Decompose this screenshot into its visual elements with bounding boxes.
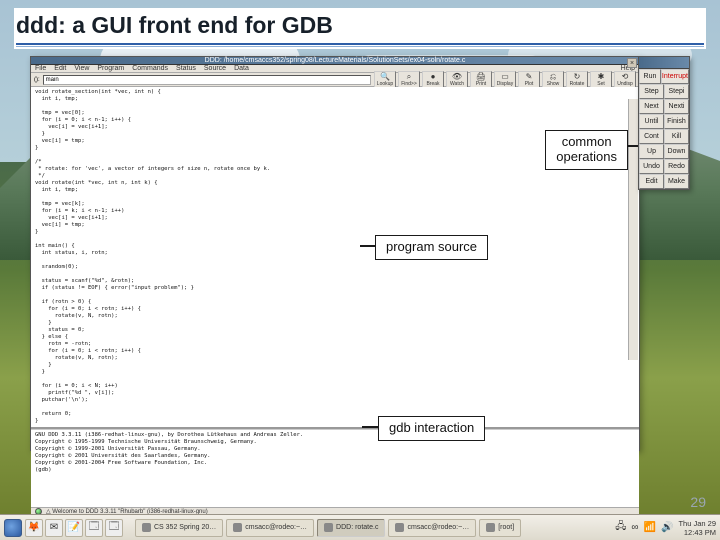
- toolbar-icon: ▭: [501, 73, 509, 81]
- cmd-nexti-button[interactable]: Nexti: [664, 99, 689, 114]
- menu-source[interactable]: Source: [204, 65, 226, 72]
- callout-common-operations: commonoperations: [545, 130, 628, 170]
- toolbar-icon: 🖨: [476, 73, 486, 81]
- cmd-down-button[interactable]: Down: [664, 144, 689, 159]
- argument-input[interactable]: [43, 75, 371, 85]
- quicklaunch-icon-0[interactable]: 🦊: [25, 519, 43, 537]
- gnome-taskbar[interactable]: 🦊✉📝🗔🗔 CS 352 Spring 20…cmsacc@rodeo:~…DD…: [0, 514, 720, 540]
- menu-file[interactable]: File: [35, 65, 46, 72]
- task-icon: [324, 523, 333, 532]
- cmd-step-button[interactable]: Step: [639, 84, 664, 99]
- argument-label: ():: [34, 77, 40, 83]
- menu-edit[interactable]: Edit: [54, 65, 66, 72]
- ddd-main-window[interactable]: DDD: /home/cmsaccs352/spring08/LectureMa…: [30, 56, 640, 451]
- toolbar-icon: 👁: [452, 73, 462, 81]
- menu-data[interactable]: Data: [234, 65, 249, 72]
- slide-title: ddd: a GUI front end for GDB: [16, 12, 704, 39]
- cmd-stepi-button[interactable]: Stepi: [664, 84, 689, 99]
- task-icon: [395, 523, 404, 532]
- toolbar-icon: ↻: [574, 73, 581, 81]
- clock-date: Thu Jan 29: [678, 519, 716, 528]
- task-icon: [142, 523, 151, 532]
- quicklaunch-icon-1[interactable]: ✉: [45, 519, 63, 537]
- scrollbar[interactable]: [628, 99, 638, 360]
- clock[interactable]: Thu Jan 29 12:43 PM: [678, 519, 716, 537]
- menu-view[interactable]: View: [74, 65, 89, 72]
- cmd-cont-button[interactable]: Cont: [639, 129, 664, 144]
- task-icon: [233, 523, 242, 532]
- argument-toolbar: (): 🔍Lookup⌕Find>>●Break👁Watch🖨Print▭Dis…: [31, 73, 639, 87]
- cmd-up-button[interactable]: Up: [639, 144, 664, 159]
- slide-header-divider: [16, 43, 704, 47]
- wifi-icon[interactable]: 📶: [644, 522, 656, 533]
- toolbar-undisp-button[interactable]: ⟲Undisp: [614, 71, 636, 89]
- menu-commands[interactable]: Commands: [132, 65, 168, 72]
- callout-line: [362, 426, 378, 428]
- quicklaunch-icon-4[interactable]: 🗔: [105, 519, 123, 537]
- toolbar-icon: ✱: [598, 73, 605, 81]
- slide-header: ddd: a GUI front end for GDB: [14, 8, 706, 49]
- cmd-run-button[interactable]: Run: [639, 69, 661, 84]
- toolbar-icon: ⌕: [407, 73, 411, 81]
- callout-line: [360, 245, 375, 247]
- callout-gdb-interaction: gdb interaction: [378, 416, 485, 441]
- cmd-next-button[interactable]: Next: [639, 99, 664, 114]
- toolbar-rotate-button[interactable]: ↻Rotate: [566, 71, 588, 89]
- menu-program[interactable]: Program: [97, 65, 124, 72]
- network-icon[interactable]: 🖧: [615, 519, 626, 536]
- cmd-kill-button[interactable]: Kill: [664, 129, 689, 144]
- task-icon: [486, 523, 495, 532]
- toolbar-icon: ●: [431, 73, 436, 81]
- toolbar-display-button[interactable]: ▭Display: [494, 71, 516, 89]
- toolbar-icon: 🔍: [380, 73, 390, 81]
- toolbar-print-button[interactable]: 🖨Print: [470, 71, 492, 89]
- toolbar-watch-button[interactable]: 👁Watch: [446, 71, 468, 89]
- cmd-redo-button[interactable]: Redo: [664, 159, 689, 174]
- cmd-interrupt-button[interactable]: Interrupt: [661, 69, 689, 84]
- taskbar-task-3[interactable]: cmsacc@rodeo:~…: [388, 519, 476, 537]
- cmd-undo-button[interactable]: Undo: [639, 159, 664, 174]
- taskbar-task-2[interactable]: DDD: rotate.c: [317, 519, 385, 537]
- toolbar-icon: ✎: [526, 73, 533, 81]
- toolbar-plot-button[interactable]: ✎Plot: [518, 71, 540, 89]
- toolbar-set-button[interactable]: ✱Set: [590, 71, 612, 89]
- gdb-console-pane[interactable]: GNU DDD 3.3.11 (i386-redhat-linux-gnu), …: [31, 429, 639, 507]
- taskbar-task-0[interactable]: CS 352 Spring 20…: [135, 519, 223, 537]
- toolbar-icon: ⎌: [550, 73, 556, 81]
- clock-time: 12:43 PM: [678, 528, 716, 537]
- menu-status[interactable]: Status: [176, 65, 196, 72]
- command-tool-titlebar[interactable]: [639, 57, 689, 69]
- cmd-finish-button[interactable]: Finish: [664, 114, 689, 129]
- cmd-until-button[interactable]: Until: [639, 114, 664, 129]
- toolbar-break-button[interactable]: ●Break: [422, 71, 444, 89]
- taskbar-task-1[interactable]: cmsacc@rodeo:~…: [226, 519, 314, 537]
- slide-number: 29: [690, 494, 706, 510]
- command-tool-window[interactable]: RunInterruptStepStepiNextNextiUntilFinis…: [638, 56, 690, 190]
- window-title: DDD: /home/cmsaccs352/spring08/LectureMa…: [205, 57, 466, 64]
- cmd-make-button[interactable]: Make: [664, 174, 689, 189]
- system-tray: 🖧 ∞ 📶 🔊 Thu Jan 29 12:43 PM: [615, 519, 716, 537]
- toolbar-show-button[interactable]: ⎌Show: [542, 71, 564, 89]
- quicklaunch-icon-2[interactable]: 📝: [65, 519, 83, 537]
- toolbar-icon: ⟲: [622, 73, 629, 81]
- toolbar-find-button[interactable]: ⌕Find>>: [398, 71, 420, 89]
- toolbar-lookup-button[interactable]: 🔍Lookup: [374, 71, 396, 89]
- volume-icon[interactable]: 🔊: [661, 522, 673, 533]
- toolbar: 🔍Lookup⌕Find>>●Break👁Watch🖨Print▭Display…: [374, 71, 636, 89]
- start-menu-button[interactable]: [4, 519, 22, 537]
- infinity-icon[interactable]: ∞: [631, 522, 638, 533]
- close-icon[interactable]: ×: [627, 58, 637, 68]
- quicklaunch-icon-3[interactable]: 🗔: [85, 519, 103, 537]
- cmd-edit-button[interactable]: Edit: [639, 174, 664, 189]
- taskbar-task-4[interactable]: [root]: [479, 519, 521, 537]
- window-titlebar[interactable]: DDD: /home/cmsaccs352/spring08/LectureMa…: [31, 57, 639, 65]
- callout-program-source: program source: [375, 235, 488, 260]
